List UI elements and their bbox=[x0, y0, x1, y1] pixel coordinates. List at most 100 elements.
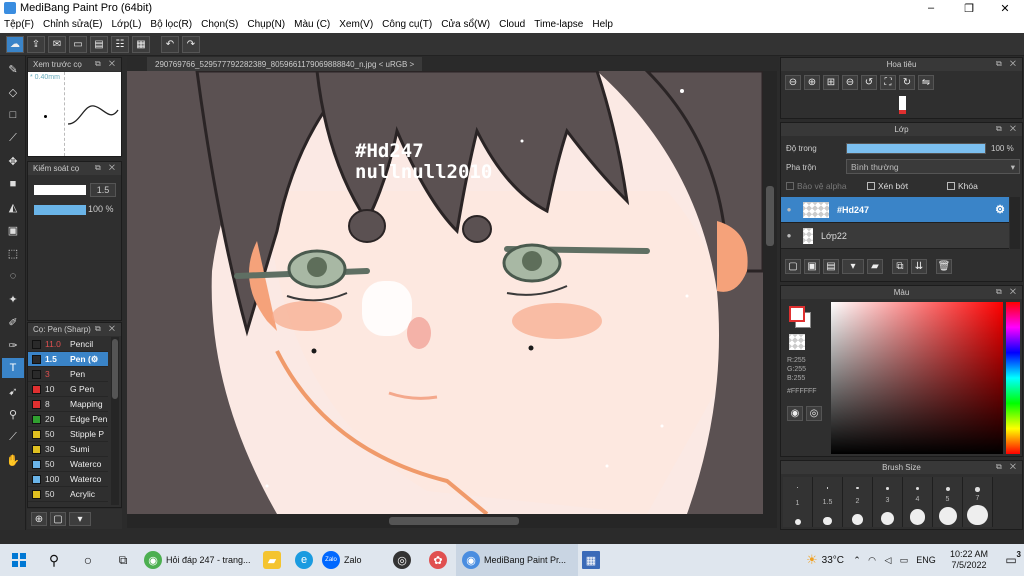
canvas[interactable]: #Hd247 nullnull2010 bbox=[127, 71, 763, 514]
undo-icon[interactable]: ↶ bbox=[161, 35, 179, 53]
brush-size-slider[interactable] bbox=[34, 185, 86, 195]
bucket-tool-icon[interactable]: ◭ bbox=[2, 197, 24, 217]
cortana-icon[interactable]: ○ bbox=[70, 544, 106, 576]
taskbar-app-medibang[interactable]: ◉ MediBang Paint Pr... bbox=[456, 544, 578, 576]
brush-size-value[interactable]: 1.5 bbox=[90, 183, 116, 197]
brush-size-cell[interactable]: 1 bbox=[783, 477, 813, 527]
brush-list-item[interactable]: 50 Stipple P bbox=[28, 427, 108, 442]
select-eraser-icon[interactable]: ✑ bbox=[2, 335, 24, 355]
delete-layer-icon[interactable]: 🗑 bbox=[936, 259, 952, 274]
lock-checkbox[interactable]: Khóa bbox=[947, 181, 978, 191]
divide-tool-icon[interactable]: ⟋ bbox=[2, 427, 24, 447]
volume-icon[interactable]: ◁ bbox=[880, 544, 896, 576]
protect-alpha-checkbox[interactable]: Bảo vệ alpha bbox=[786, 181, 847, 191]
hue-slider[interactable] bbox=[1006, 302, 1020, 454]
brush-list-item[interactable]: 50 Waterco bbox=[28, 457, 108, 472]
brush-size-cell[interactable]: 2 bbox=[843, 477, 873, 527]
color-picker-sv[interactable] bbox=[831, 302, 1003, 454]
app-icon-monitor[interactable]: ▦ bbox=[578, 544, 604, 576]
select-pen-icon[interactable]: ✐ bbox=[2, 312, 24, 332]
zoom-out-icon[interactable]: ⊖ bbox=[785, 75, 801, 90]
fit-icon[interactable]: ⊞ bbox=[823, 75, 839, 90]
brush-list-item[interactable]: 10 G Pen bbox=[28, 382, 108, 397]
wifi-icon[interactable]: ◠ bbox=[864, 544, 880, 576]
grid-icon[interactable]: ▦ bbox=[132, 35, 150, 53]
menu-tools[interactable]: Công cụ(T) bbox=[382, 19, 432, 30]
folder-icon[interactable]: ▰ bbox=[867, 259, 883, 274]
fullscreen-icon[interactable]: ⛶ bbox=[880, 75, 896, 90]
layer-row[interactable]: ● Lớp22 bbox=[781, 223, 1009, 249]
brush-tool-icon[interactable]: ✎ bbox=[2, 59, 24, 79]
brush-size-cell[interactable]: 1.5 bbox=[813, 477, 843, 527]
cloud-icon[interactable]: ☁ bbox=[6, 35, 24, 53]
brush-list-item[interactable]: 8 Mapping bbox=[28, 397, 108, 412]
edge-icon[interactable]: e bbox=[290, 544, 318, 576]
menu-layer[interactable]: Lớp(L) bbox=[112, 19, 142, 30]
layer-opacity-slider[interactable] bbox=[846, 143, 986, 154]
menu-snap[interactable]: Chụp(N) bbox=[247, 19, 285, 30]
clipping-checkbox[interactable]: Xén bớt bbox=[867, 181, 908, 191]
color-settings-icon[interactable]: ◎ bbox=[806, 406, 822, 421]
layer-list-scrollbar[interactable] bbox=[1010, 197, 1020, 249]
search-icon[interactable]: ⚲ bbox=[38, 544, 70, 576]
language-indicator[interactable]: ENG bbox=[912, 544, 940, 576]
menu-file[interactable]: Tệp(F) bbox=[4, 19, 34, 30]
zoom-icon[interactable]: ⊖ bbox=[842, 75, 858, 90]
eyedropper-tool-icon[interactable]: ⚲ bbox=[2, 404, 24, 424]
close-button[interactable]: ✕ bbox=[988, 0, 1022, 16]
menu-cloud[interactable]: Cloud bbox=[499, 19, 525, 30]
add-layer-menu-icon[interactable]: ▾ bbox=[842, 259, 864, 274]
menu-edit[interactable]: Chỉnh sửa(E) bbox=[43, 19, 103, 30]
operation-tool-icon[interactable]: ➹ bbox=[2, 381, 24, 401]
chat-icon[interactable]: ✉ bbox=[48, 35, 66, 53]
taskbar-app-zalo[interactable]: Zalo Zalo bbox=[318, 544, 384, 576]
file-explorer-icon[interactable]: ▰ bbox=[254, 544, 290, 576]
menu-timelapse[interactable]: Time-lapse bbox=[534, 19, 583, 30]
flip-icon[interactable]: ⇋ bbox=[918, 75, 934, 90]
duplicate-layer-icon[interactable]: ⧉ bbox=[892, 259, 908, 274]
brush-list-item[interactable]: 11.0 Pencil bbox=[28, 337, 108, 352]
menu-color[interactable]: Màu (C) bbox=[294, 19, 330, 30]
eraser-tool-icon[interactable]: ◇ bbox=[2, 82, 24, 102]
merge-layer-icon[interactable]: ⇊ bbox=[911, 259, 927, 274]
layer-row[interactable]: ● #Hd247 ⚙ bbox=[781, 197, 1009, 223]
rotate-right-icon[interactable]: ↻ bbox=[899, 75, 915, 90]
brush-opacity-slider[interactable] bbox=[34, 205, 86, 215]
brush-list-item[interactable]: 20 Edge Pen bbox=[28, 412, 108, 427]
eye-icon[interactable]: ● bbox=[781, 231, 797, 240]
gear-icon[interactable]: ⚙ bbox=[995, 203, 1005, 216]
new-brush-icon[interactable]: ▢ bbox=[50, 512, 66, 526]
page-list-icon[interactable]: ☷ bbox=[111, 35, 129, 53]
brush-size-cell[interactable]: 5 bbox=[933, 477, 963, 527]
lasso-tool-icon[interactable]: ◌ bbox=[2, 266, 24, 286]
move-tool-icon[interactable]: ✥ bbox=[2, 151, 24, 171]
maximize-button[interactable]: ❐ bbox=[952, 0, 986, 16]
share-icon[interactable]: ⇪ bbox=[27, 35, 45, 53]
new-layer-icon[interactable]: ▢ bbox=[785, 259, 801, 274]
page-icon[interactable]: ▤ bbox=[90, 35, 108, 53]
clock[interactable]: 10:22 AM 7/5/2022 bbox=[940, 544, 998, 576]
redo-icon[interactable]: ↷ bbox=[182, 35, 200, 53]
app-icon-green[interactable]: ◎ bbox=[384, 544, 420, 576]
brush-menu-icon[interactable]: ▾ bbox=[69, 512, 91, 526]
rotate-left-icon[interactable]: ↺ bbox=[861, 75, 877, 90]
document-tab[interactable]: 290769766_529577792282389_80596611790698… bbox=[147, 57, 423, 71]
brush-list-item[interactable]: 100 Waterco bbox=[28, 472, 108, 487]
palette-icon[interactable]: ◉ bbox=[787, 406, 803, 421]
start-icon[interactable] bbox=[0, 544, 38, 576]
zoom-in-icon[interactable]: ⊕ bbox=[804, 75, 820, 90]
menu-select[interactable]: Chọn(S) bbox=[201, 19, 238, 30]
menu-help[interactable]: Help bbox=[592, 19, 613, 30]
add-brush-icon[interactable]: ⊕ bbox=[31, 512, 47, 526]
rect-tool-icon[interactable]: □ bbox=[2, 105, 24, 125]
text-tool-icon[interactable]: T bbox=[2, 358, 24, 378]
primary-color-swatch[interactable] bbox=[789, 306, 805, 322]
transparent-color-swatch[interactable] bbox=[789, 334, 805, 350]
minimize-button[interactable]: – bbox=[914, 0, 948, 16]
taskbar-app-browser[interactable]: ◉ Hỏi đáp 247 - trang... bbox=[140, 544, 254, 576]
magic-wand-icon[interactable]: ✦ bbox=[2, 289, 24, 309]
canvas-horizontal-scrollbar[interactable] bbox=[127, 514, 777, 528]
blend-mode-select[interactable]: Bình thường ▾ bbox=[846, 159, 1020, 174]
gradient-tool-icon[interactable]: ▣ bbox=[2, 220, 24, 240]
eye-icon[interactable]: ● bbox=[781, 205, 797, 214]
